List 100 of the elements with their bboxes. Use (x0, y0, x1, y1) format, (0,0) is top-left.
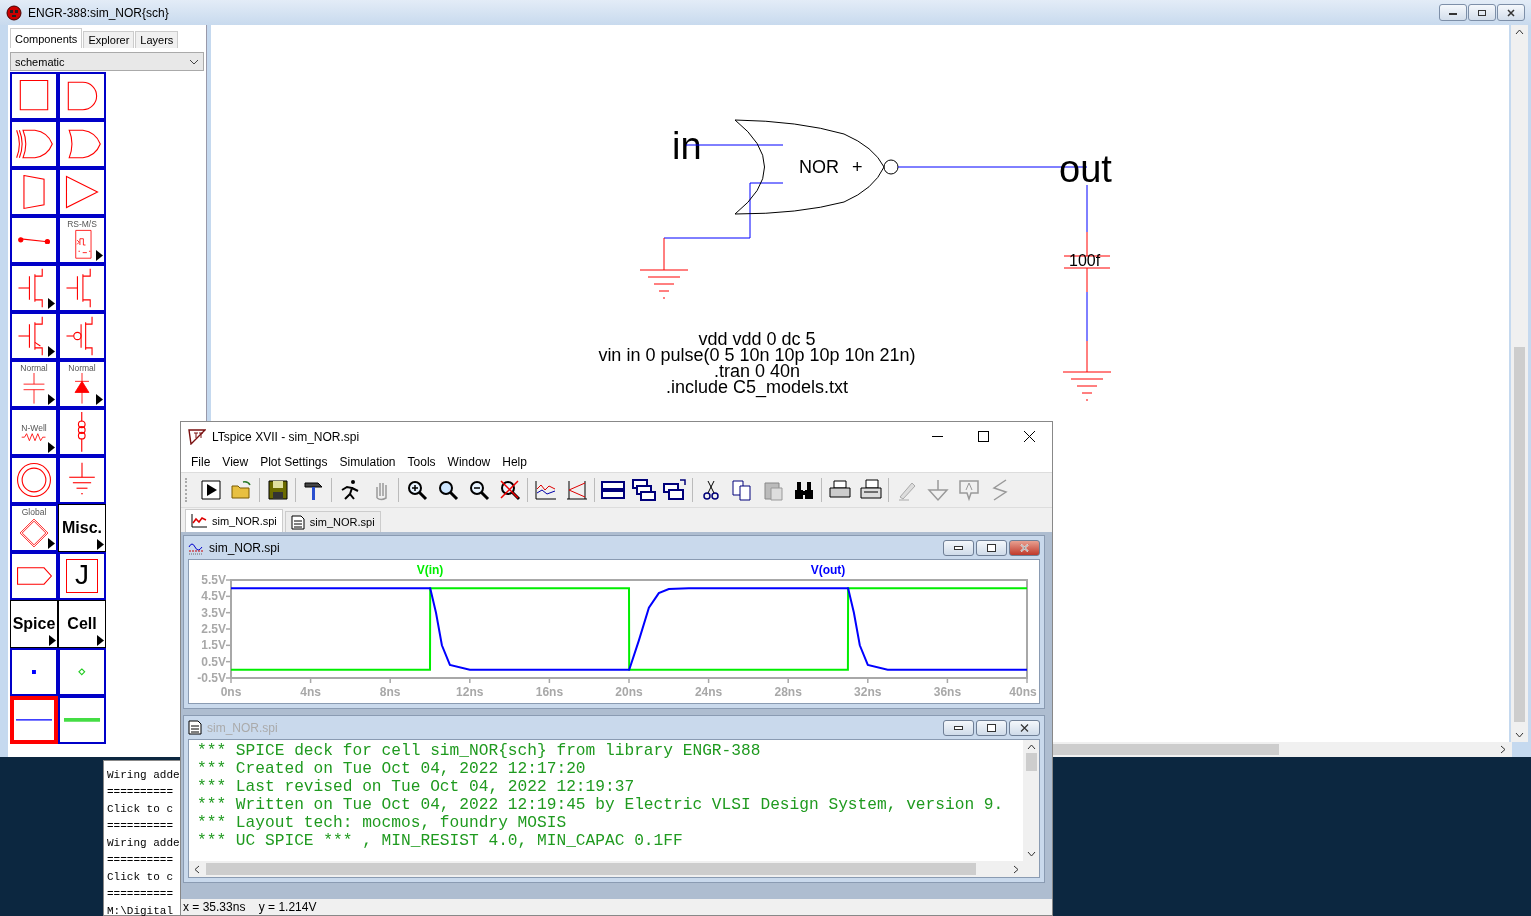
palette-button[interactable] (10, 456, 58, 504)
capacitor-symbol (1063, 231, 1111, 293)
palette-button[interactable] (58, 120, 106, 168)
palette-button[interactable]: Misc. (58, 504, 106, 552)
palette-button[interactable]: Normal (10, 360, 58, 408)
netlist-line: *** SPICE deck for cell sim_NOR{sch} from library ENGR-388 (197, 742, 762, 760)
sidebar-tab[interactable]: Layers (135, 31, 179, 48)
switch-icon (16, 235, 52, 245)
document-tab[interactable]: sim_NOR.spi (284, 511, 381, 532)
palette-button[interactable]: J (58, 552, 106, 600)
vertical-scrollbar[interactable] (1511, 25, 1528, 742)
x-tick-label: 16ns (535, 685, 564, 699)
chevron-down-icon (189, 58, 199, 65)
palette-button[interactable]: Spice (10, 600, 58, 648)
palette-button[interactable] (58, 168, 106, 216)
sidebar-tab[interactable]: Explorer (83, 31, 135, 48)
palette-button[interactable]: Global (10, 504, 58, 552)
zoom-cancel-icon (497, 478, 522, 502)
output-label: out (1059, 148, 1112, 190)
window-title: LTspice XVII - sim_NOR.spi (212, 429, 360, 444)
resistor-icon (21, 432, 47, 442)
palette-button[interactable] (10, 648, 58, 696)
inductor-icon (77, 411, 87, 453)
sidebar-tab[interactable]: Components (10, 28, 83, 48)
plot-marker-icon (564, 478, 589, 502)
x-tick-label: 32ns (854, 685, 882, 699)
app-icon (6, 4, 22, 21)
palette-button[interactable] (10, 264, 58, 312)
message-line: Click to c (107, 870, 174, 885)
minimize-button[interactable] (943, 539, 974, 556)
message-line: ========== (107, 853, 174, 868)
menu-item[interactable]: Window (441, 452, 497, 471)
scroll-thumb[interactable] (206, 863, 976, 875)
message-line: ========== (107, 819, 174, 834)
palette-button[interactable]: N-Well (10, 408, 58, 456)
line-icon (15, 717, 53, 723)
palette-button[interactable] (10, 312, 58, 360)
wire (1086, 184, 1088, 233)
maximize-icon (1477, 8, 1487, 17)
restore-button[interactable] (976, 539, 1007, 556)
close-button[interactable] (1009, 719, 1040, 736)
label-icon (956, 478, 981, 502)
palette-button[interactable] (58, 72, 106, 120)
palette-button[interactable]: Cell (58, 600, 106, 648)
netlist-window-title: sim_NOR.spi (207, 720, 278, 735)
palette-button[interactable] (10, 120, 58, 168)
palette-button[interactable] (10, 216, 58, 264)
capacitor-value: 100f (1069, 252, 1101, 269)
scroll-thumb[interactable] (1053, 744, 1279, 755)
menu-item[interactable]: Help (496, 452, 533, 471)
x-tick-label: 0ns (220, 685, 242, 699)
menu-item[interactable]: File (185, 452, 217, 471)
message-line: M:\Digital (107, 904, 174, 916)
palette-button[interactable] (58, 648, 106, 696)
palette-button[interactable] (58, 456, 106, 504)
restore-icon (987, 543, 996, 552)
plot-window-title: sim_NOR.spi (209, 540, 280, 555)
trace-label: V(out) (810, 563, 846, 577)
palette-button[interactable] (10, 552, 58, 600)
ground-icon (925, 478, 950, 502)
menu-item[interactable]: Tools (401, 452, 442, 471)
horizontal-scrollbar[interactable] (189, 861, 1039, 877)
folder-icon (229, 478, 254, 502)
message-line: Wiring adde (107, 836, 181, 851)
vertical-scrollbar[interactable] (1023, 740, 1039, 861)
palette-button[interactable] (58, 696, 106, 744)
input-label: in (672, 125, 702, 167)
menu-item[interactable]: Plot Settings (254, 452, 334, 471)
minimize-button[interactable] (1439, 4, 1467, 21)
menu-item[interactable]: View (216, 452, 255, 471)
netlist-line: *** Layout tech: mocmos, foundry MOSIS (197, 814, 568, 832)
horizontal-scrollbar[interactable] (1053, 742, 1512, 757)
y-tick-label: 1.5V (201, 638, 226, 653)
maximize-button[interactable] (1468, 4, 1496, 21)
minimize-icon (954, 545, 963, 550)
restore-button[interactable] (976, 719, 1007, 736)
document-tab[interactable]: sim_NOR.spi (185, 509, 283, 532)
document-icon (290, 514, 305, 530)
scroll-left-icon (194, 864, 200, 874)
minimize-button[interactable] (943, 719, 974, 736)
palette-button[interactable]: RS-M/S (58, 216, 106, 264)
ltspice-logo-icon (188, 428, 206, 445)
wire (685, 144, 736, 146)
scroll-thumb[interactable] (1514, 347, 1525, 722)
minimize-icon (954, 725, 963, 730)
palette-button[interactable] (58, 264, 106, 312)
spice-directive: .include C5_models.txt (665, 377, 849, 397)
palette-dropdown[interactable]: schematic (10, 52, 204, 71)
palette-button[interactable] (10, 72, 58, 120)
netlist-line: *** UC SPICE *** , MIN_RESIST 4.0, MIN_CAPAC 0.1FF (197, 832, 684, 850)
close-button[interactable] (1497, 4, 1525, 21)
palette-button[interactable] (10, 168, 58, 216)
palette-button[interactable] (58, 408, 106, 456)
y-tick-label: 4.5V (201, 589, 226, 604)
scroll-thumb[interactable] (1025, 753, 1037, 771)
palette-button[interactable] (58, 312, 106, 360)
tile-windows-icon (600, 478, 625, 502)
palette-button[interactable]: Normal (58, 360, 106, 408)
close-icon (1506, 8, 1516, 17)
menu-item[interactable]: Simulation (333, 452, 402, 471)
